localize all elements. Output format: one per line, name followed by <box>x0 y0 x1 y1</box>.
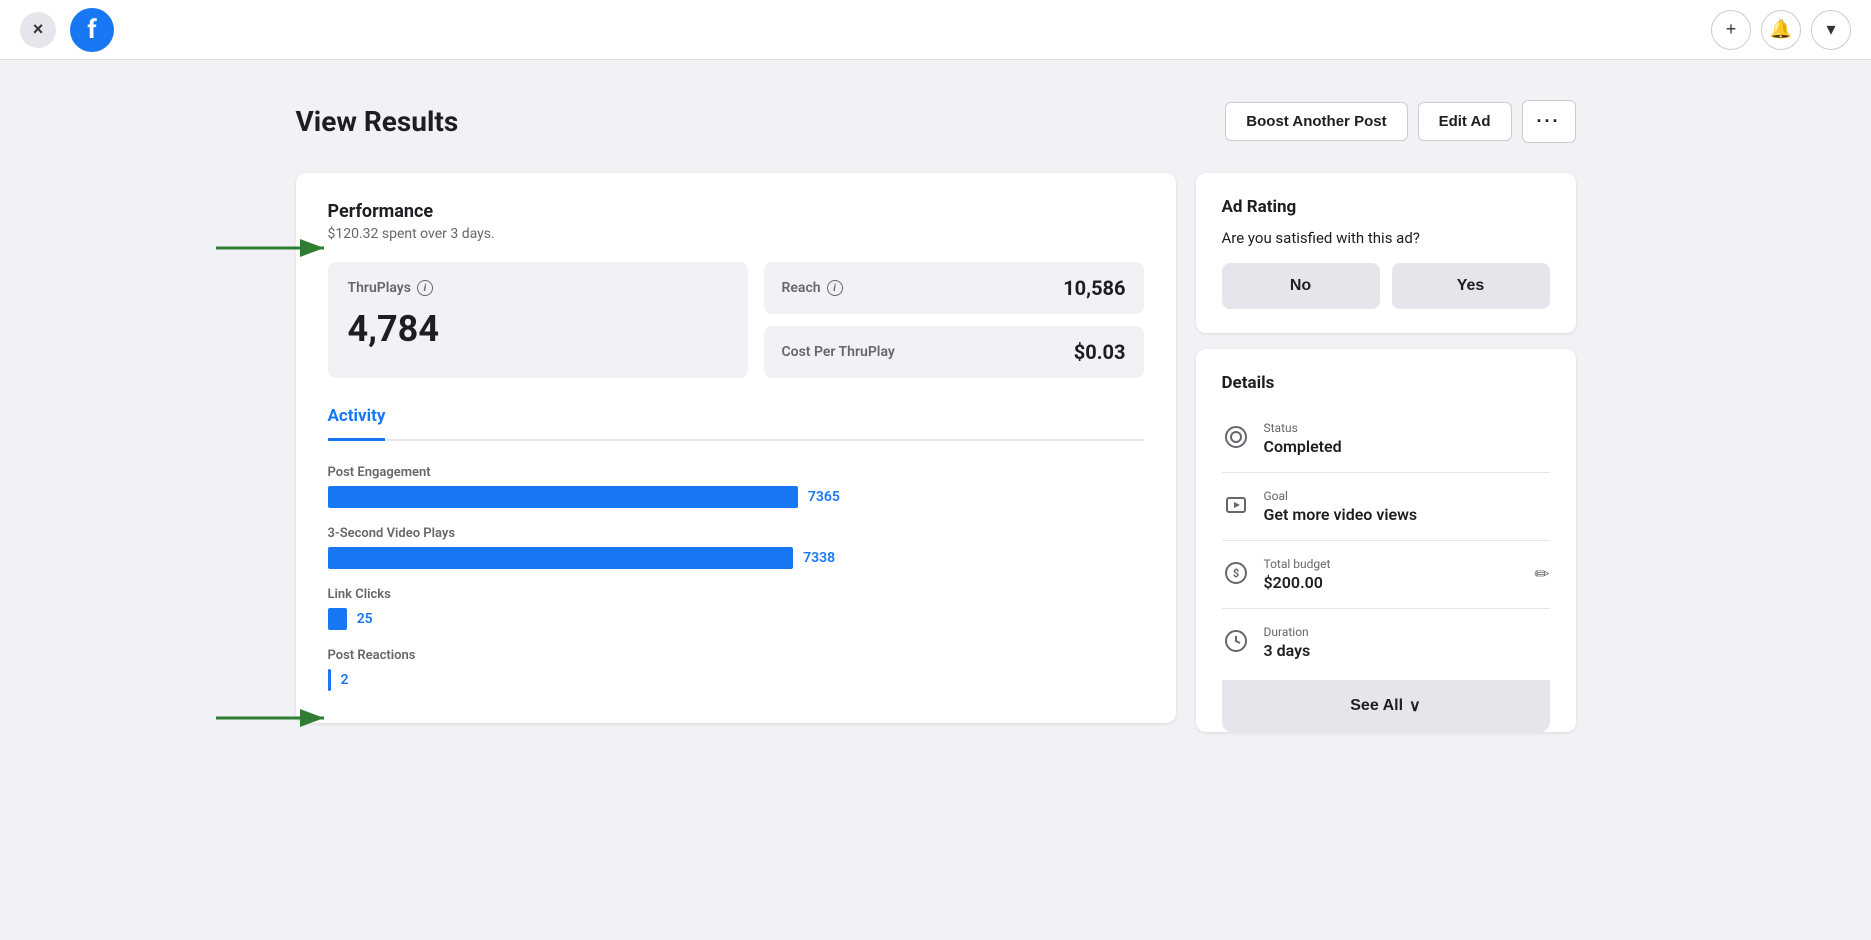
goal-value: Get more video views <box>1264 505 1550 524</box>
duration-value: 3 days <box>1264 641 1550 660</box>
thruplay-label: ThruPlays i <box>348 280 728 296</box>
bar-item: Post Engagement 7365 <box>328 465 1144 508</box>
ad-rating-card: Ad Rating Are you satisfied with this ad… <box>1196 173 1576 333</box>
goal-row: Goal Get more video views <box>1222 473 1550 541</box>
bar-label: 3-Second Video Plays <box>328 526 1144 541</box>
bar-fill <box>328 608 347 630</box>
right-panel: Ad Rating Are you satisfied with this ad… <box>1196 173 1576 732</box>
bar-row: 7338 <box>328 547 1144 569</box>
reach-row: Reach i 10,586 <box>764 262 1144 314</box>
bar-value: 2 <box>341 672 349 688</box>
budget-icon: $ <box>1222 559 1250 587</box>
header-row: View Results Boost Another Post Edit Ad … <box>296 100 1576 143</box>
header-actions: Boost Another Post Edit Ad ··· <box>1225 100 1575 143</box>
thruplay-info-icon[interactable]: i <box>417 280 433 296</box>
ad-rating-title: Ad Rating <box>1222 197 1550 217</box>
bar-item: 3-Second Video Plays 7338 <box>328 526 1144 569</box>
reach-info-icon[interactable]: i <box>827 280 843 296</box>
cost-label: Cost Per ThruPlay <box>782 344 895 360</box>
bar-row: 25 <box>328 608 1144 630</box>
right-metrics: Reach i 10,586 Cost Per ThruPlay $0.03 <box>764 262 1144 378</box>
performance-subtitle: $120.32 spent over 3 days. <box>328 226 1144 242</box>
notifications-button[interactable]: 🔔 <box>1761 10 1801 50</box>
duration-content: Duration 3 days <box>1264 625 1550 660</box>
account-dropdown-button[interactable]: ▾ <box>1811 10 1851 50</box>
bar-value: 25 <box>357 611 373 627</box>
status-label: Status <box>1264 421 1550 435</box>
goal-content: Goal Get more video views <box>1264 489 1550 524</box>
bar-value: 7365 <box>808 489 840 505</box>
metrics-row: ThruPlays i 4,784 Reach i 10,586 Cost <box>328 262 1144 378</box>
boost-another-post-button[interactable]: Boost Another Post <box>1225 102 1407 141</box>
status-content: Status Completed <box>1264 421 1550 456</box>
bar-label: Post Reactions <box>328 648 1144 663</box>
edit-ad-button[interactable]: Edit Ad <box>1418 102 1512 141</box>
bar-label: Link Clicks <box>328 587 1144 602</box>
bar-row: 7365 <box>328 486 1144 508</box>
status-row: Status Completed <box>1222 405 1550 473</box>
duration-icon <box>1222 627 1250 655</box>
performance-title: Performance <box>328 201 1144 222</box>
bar-item: Link Clicks 25 <box>328 587 1144 630</box>
topbar-left: × f <box>20 8 114 52</box>
reach-label: Reach i <box>782 280 843 296</box>
page-title: View Results <box>296 105 459 138</box>
arrow-annotation-bottom <box>216 703 336 733</box>
activity-tab-container: Activity <box>328 406 1144 441</box>
details-title: Details <box>1222 373 1550 393</box>
bar-fill <box>328 486 798 508</box>
duration-row: Duration 3 days <box>1222 609 1550 676</box>
rating-buttons: No Yes <box>1222 263 1550 309</box>
bar-value: 7338 <box>803 550 835 566</box>
budget-content: Total budget $200.00 ✏ <box>1264 557 1550 592</box>
bar-chart: Post Engagement 7365 3-Second Video Plays 7… <box>328 465 1144 691</box>
goal-label: Goal <box>1264 489 1550 503</box>
arrow-annotation-top <box>216 233 336 263</box>
bar-fill <box>328 669 331 691</box>
bar-label: Post Engagement <box>328 465 1144 480</box>
more-options-button[interactable]: ··· <box>1522 100 1576 143</box>
cost-value: $0.03 <box>1074 340 1126 364</box>
no-button[interactable]: No <box>1222 263 1380 309</box>
topbar-right: + 🔔 ▾ <box>1711 10 1851 50</box>
bar-item: Post Reactions 2 <box>328 648 1144 691</box>
thruplay-value: 4,784 <box>348 308 728 350</box>
facebook-logo: f <box>70 8 114 52</box>
columns: Performance $120.32 spent over 3 days. T… <box>296 173 1576 732</box>
goal-icon <box>1222 491 1250 519</box>
add-button[interactable]: + <box>1711 10 1751 50</box>
budget-row: $ Total budget $200.00 ✏ <box>1222 541 1550 609</box>
bar-fill <box>328 547 794 569</box>
thruplay-card: ThruPlays i 4,784 <box>328 262 748 378</box>
budget-label: Total budget <box>1264 557 1331 571</box>
close-button[interactable]: × <box>20 12 56 48</box>
see-all-label: See All <box>1350 697 1403 715</box>
status-icon <box>1222 423 1250 451</box>
cost-row: Cost Per ThruPlay $0.03 <box>764 326 1144 378</box>
left-panel: Performance $120.32 spent over 3 days. T… <box>296 173 1176 723</box>
duration-label: Duration <box>1264 625 1550 639</box>
see-all-button[interactable]: See All ∨ <box>1222 680 1550 732</box>
activity-tab[interactable]: Activity <box>328 406 386 441</box>
bar-row: 2 <box>328 669 1144 691</box>
reach-value: 10,586 <box>1063 276 1125 300</box>
details-card: Details Status Completed <box>1196 349 1576 732</box>
chevron-down-icon: ∨ <box>1409 696 1421 716</box>
svg-text:$: $ <box>1232 567 1238 580</box>
ad-rating-question: Are you satisfied with this ad? <box>1222 229 1550 247</box>
topbar: × f + 🔔 ▾ <box>0 0 1871 60</box>
status-value: Completed <box>1264 437 1550 456</box>
yes-button[interactable]: Yes <box>1392 263 1550 309</box>
main-content: View Results Boost Another Post Edit Ad … <box>236 60 1636 772</box>
budget-value: $200.00 <box>1264 573 1331 592</box>
budget-edit-icon[interactable]: ✏ <box>1534 564 1549 585</box>
